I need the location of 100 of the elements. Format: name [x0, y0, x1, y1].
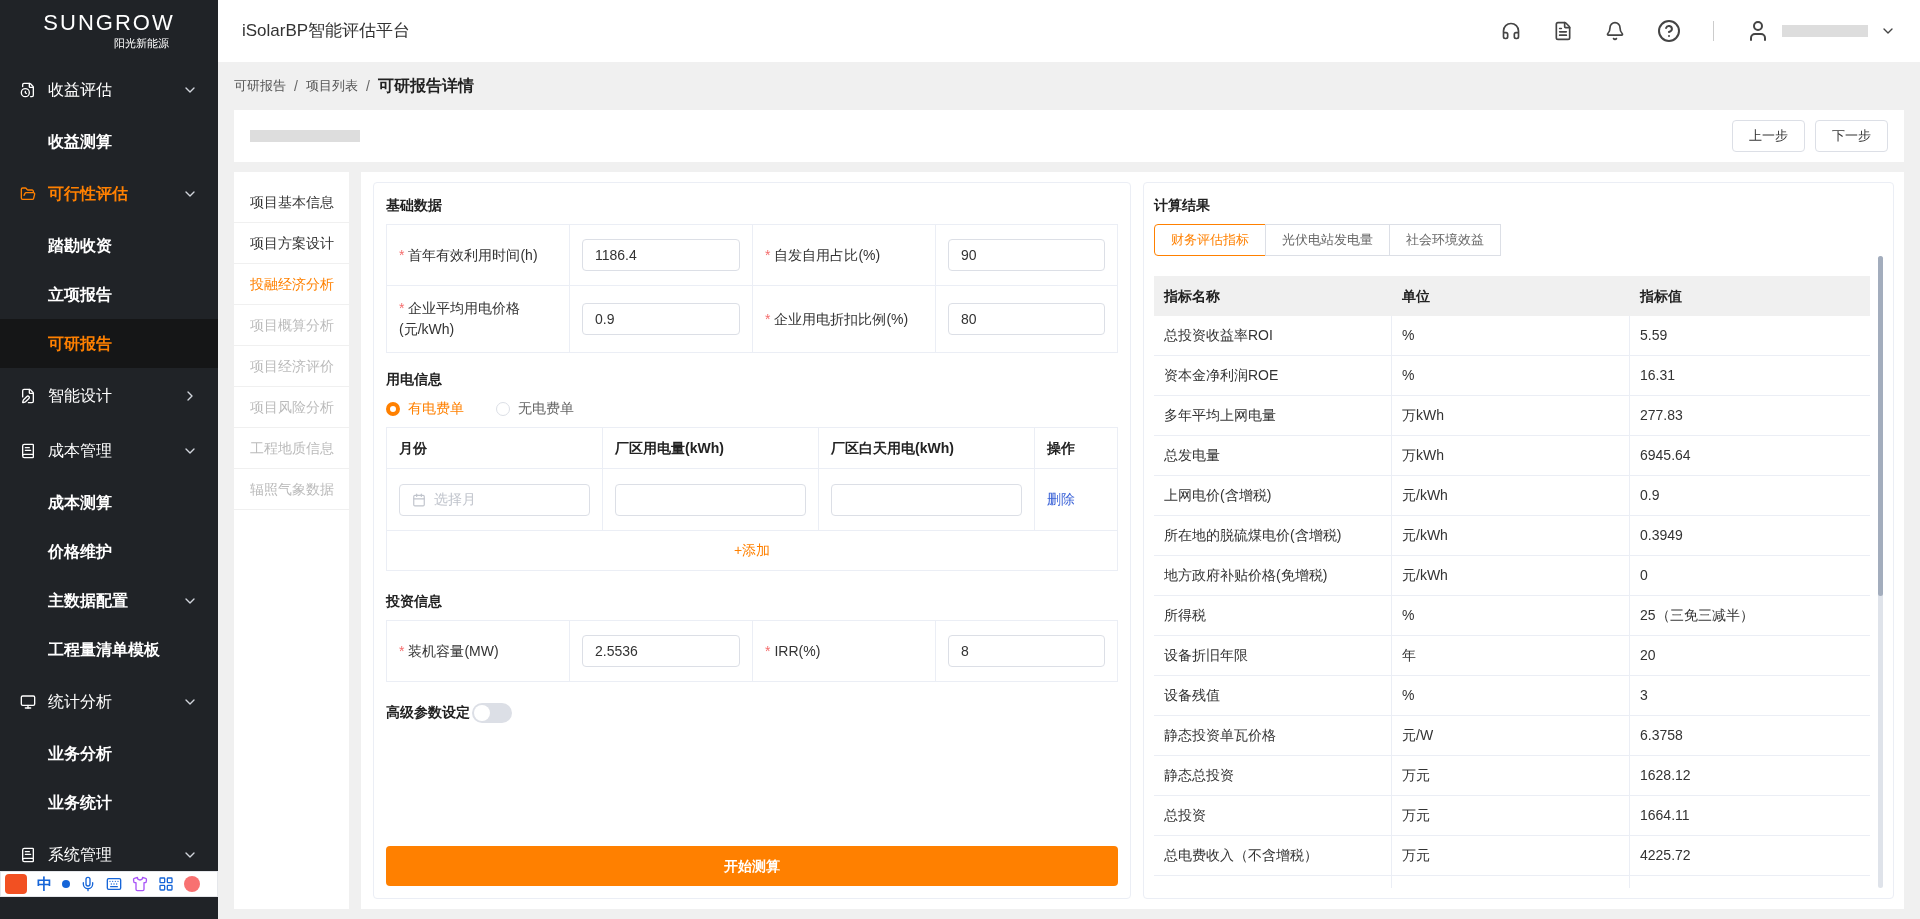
menu-icon	[20, 846, 36, 863]
table-cell: 年	[1392, 636, 1630, 675]
input-field[interactable]: 0.9	[582, 303, 740, 335]
menu-group[interactable]: 收益评估	[0, 62, 218, 117]
menu-item[interactable]: 工程量清单模板	[0, 625, 218, 674]
table-cell: 上网电价(含增税)	[1154, 476, 1392, 515]
column-header: 厂区用电量(kWh)	[603, 428, 819, 468]
table-cell: 总投资收益率ROI	[1154, 316, 1392, 355]
menu-group[interactable]: 成本管理	[0, 423, 218, 478]
table-cell: %	[1392, 316, 1630, 355]
input-field[interactable]: 90	[948, 239, 1105, 271]
result-tab[interactable]: 社会环境效益	[1389, 224, 1501, 256]
table-cell: 元/W	[1392, 716, 1630, 755]
headset-icon[interactable]	[1501, 21, 1521, 41]
input-field[interactable]: 8	[948, 635, 1105, 667]
table-cell-text: 1628.12	[1639, 766, 1692, 785]
table-cell-text: 25（三免三减半）	[1639, 606, 1755, 625]
section-title: 用电信息	[386, 370, 443, 389]
menu-icon	[20, 81, 36, 98]
menu-item-label: 工程量清单模板	[48, 639, 161, 660]
table-cell: 静态投资单瓦价格	[1154, 716, 1392, 755]
breadcrumb-link[interactable]: 可研报告	[234, 76, 286, 96]
breadcrumb-separator: /	[365, 76, 370, 96]
table-cell: 总发电量	[1154, 436, 1392, 475]
menu-item-label: 收益测算	[48, 131, 113, 152]
table-cell-text: 6.3758	[1639, 726, 1684, 745]
table-cell: 万kWh	[1392, 436, 1630, 475]
ime-mode[interactable]: 中	[37, 872, 52, 896]
breadcrumb-separator: /	[294, 76, 298, 96]
ime-logo-icon	[5, 874, 27, 894]
menu-group[interactable]: 统计分析	[0, 674, 218, 729]
field-label: * 企业平均用电价格(元/kWh)	[399, 299, 522, 339]
table-cell: 所得税	[1154, 596, 1392, 635]
section-nav-item[interactable]: 项目方案设计	[234, 223, 349, 264]
menu-item[interactable]: 主数据配置	[0, 576, 218, 625]
menu-item-label: 成本测算	[48, 492, 113, 513]
column-header: 指标名称	[1162, 286, 1221, 306]
radio-option[interactable]: 无电费单	[496, 398, 574, 419]
notification-icon[interactable]	[1605, 21, 1625, 41]
grid-icon[interactable]	[158, 876, 174, 892]
menu-item[interactable]: 价格维护	[0, 527, 218, 576]
table-cell: 万元	[1392, 756, 1630, 795]
section-nav-item[interactable]: 项目基本信息	[234, 182, 349, 223]
keyboard-icon[interactable]	[106, 876, 122, 892]
menu-icon	[20, 185, 36, 202]
column-header: 操作	[1046, 438, 1076, 458]
result-tab[interactable]: 光伏电站发电量	[1265, 224, 1390, 256]
column-header: 单位	[1401, 286, 1431, 306]
input-field[interactable]: 80	[948, 303, 1105, 335]
table-cell: 设备残值	[1154, 676, 1392, 715]
input-field[interactable]: 2.5536	[582, 635, 740, 667]
document-icon[interactable]	[1553, 21, 1573, 41]
punctuation-icon[interactable]	[62, 880, 70, 888]
table-cell-text: 16.31	[1639, 366, 1677, 385]
menu-item[interactable]: 业务分析	[0, 729, 218, 778]
table-cell-text: 20	[1639, 646, 1657, 665]
table-cell: %	[1392, 676, 1630, 715]
menu-label: 可行性评估	[48, 183, 129, 204]
menu-icon	[20, 693, 36, 710]
scrollbar-thumb[interactable]	[1878, 256, 1883, 596]
delete-link[interactable]: 删除	[1047, 489, 1075, 510]
input-field[interactable]	[831, 483, 1022, 516]
table-cell: 万元	[1392, 796, 1630, 835]
menu-item[interactable]: 可研报告	[0, 319, 218, 368]
table-cell: %	[1392, 356, 1630, 395]
menu-label: 成本管理	[48, 440, 113, 461]
menu-item-label: 主数据配置	[48, 590, 129, 611]
field-label: * 企业用电折扣比例(%)	[765, 309, 909, 329]
step-button[interactable]: 下一步	[1815, 120, 1888, 152]
menu-item-label: 价格维护	[48, 541, 113, 562]
table-cell-text: 0.3949	[1639, 526, 1684, 545]
column-header: 月份	[387, 428, 603, 468]
input-field[interactable]	[615, 483, 806, 516]
table-cell: 资本金净利润ROE	[1154, 356, 1392, 395]
step-button[interactable]: 上一步	[1732, 120, 1805, 152]
menu-group[interactable]: 可行性评估	[0, 166, 218, 221]
menu-item[interactable]: 成本测算	[0, 478, 218, 527]
menu-item[interactable]: 收益测算	[0, 117, 218, 166]
table-cell: 地方政府补贴价格(免增税)	[1154, 556, 1392, 595]
help-icon[interactable]	[1657, 19, 1681, 43]
field-label: * IRR(%)	[765, 641, 821, 661]
skin-icon[interactable]	[132, 876, 148, 892]
table-cell: 所在地的脱硫煤电价(含增税)	[1154, 516, 1392, 555]
menu-group[interactable]: 智能设计	[0, 368, 218, 423]
table-cell-text: 0	[1639, 566, 1649, 585]
menu-item[interactable]: 踏勘收资	[0, 221, 218, 270]
menu-item[interactable]: 立项报告	[0, 270, 218, 319]
table-cell-text: 3	[1639, 686, 1649, 705]
menu-item-label: 立项报告	[48, 284, 113, 305]
toggle-switch[interactable]	[472, 702, 512, 723]
menu-item[interactable]: 业务统计	[0, 778, 218, 827]
page-title: 可研报告详情	[377, 76, 474, 96]
field-label: * 首年有效利用时间(h)	[399, 245, 538, 265]
table-cell: 万元	[1392, 836, 1630, 875]
setting-label: 高级参数设定	[386, 703, 470, 722]
microphone-icon[interactable]	[80, 876, 96, 892]
table-cell-text: 5.59	[1639, 326, 1669, 345]
breadcrumb-link[interactable]: 项目列表	[305, 76, 358, 96]
input-field[interactable]: 1186.4	[582, 239, 740, 271]
table-cell-text: 6945.64	[1639, 446, 1692, 465]
